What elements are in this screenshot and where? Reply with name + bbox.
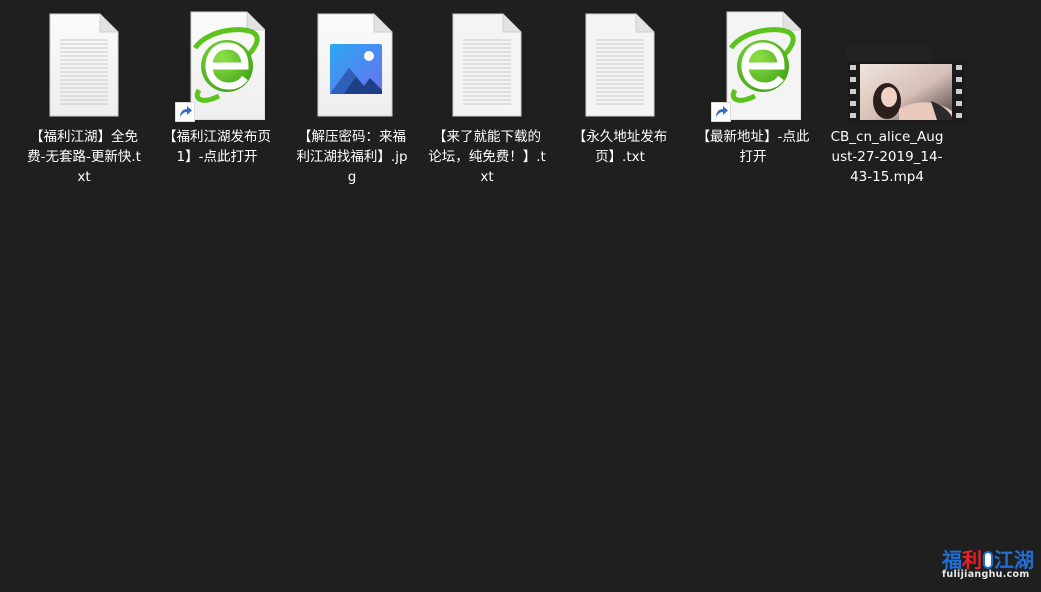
browser-shortcut-icon bbox=[169, 8, 266, 122]
watermark-url: fulijianghu.com bbox=[942, 569, 1030, 580]
file-item-shortcut-2[interactable]: 【最新地址】-点此打开 bbox=[686, 8, 820, 167]
file-item-text-1[interactable]: 【福利江湖】全免费-无套路-更新快.txt bbox=[17, 8, 151, 187]
video-frame-icon bbox=[847, 61, 965, 123]
file-item-video[interactable]: CB_cn_alice_August-27-2019_14-43-15.mp4 bbox=[820, 8, 965, 187]
file-name: 【解压密码：来福利江湖找福利】.jpg bbox=[296, 129, 408, 185]
video-thumbnail-icon bbox=[839, 8, 965, 123]
text-document-icon bbox=[439, 8, 535, 120]
file-name: 【来了就能下载的论坛，纯免费！】.txt bbox=[428, 129, 546, 185]
file-item-text-3[interactable]: 【永久地址发布页】.txt bbox=[553, 8, 687, 167]
desktop-file-view: 【福利江湖】全免费-无套路-更新快.txt 【福利江湖发布页1】-点此打开 【解… bbox=[0, 0, 1041, 592]
file-item-image[interactable]: 【解压密码：来福利江湖找福利】.jpg bbox=[285, 8, 419, 187]
image-file-icon bbox=[304, 8, 400, 120]
file-name: 【福利江湖】全免费-无套路-更新快.txt bbox=[27, 129, 141, 185]
mouse-icon bbox=[983, 551, 993, 569]
shortcut-arrow-icon bbox=[711, 102, 731, 122]
text-document-icon bbox=[36, 8, 132, 120]
file-name: 【永久地址发布页】.txt bbox=[572, 129, 668, 165]
file-item-text-2[interactable]: 【来了就能下载的论坛，纯免费！】.txt bbox=[420, 8, 554, 187]
file-item-shortcut-1[interactable]: 【福利江湖发布页1】-点此打开 bbox=[150, 8, 284, 167]
file-name: 【最新地址】-点此打开 bbox=[696, 129, 810, 165]
file-name: 【福利江湖发布页1】-点此打开 bbox=[163, 129, 271, 165]
shortcut-arrow-icon bbox=[175, 102, 195, 122]
browser-shortcut-icon bbox=[705, 8, 802, 122]
site-watermark: 福利 江湖 fulijianghu.com bbox=[938, 540, 1038, 586]
text-document-icon bbox=[572, 8, 668, 120]
file-name: CB_cn_alice_August-27-2019_14-43-15.mp4 bbox=[830, 129, 944, 185]
